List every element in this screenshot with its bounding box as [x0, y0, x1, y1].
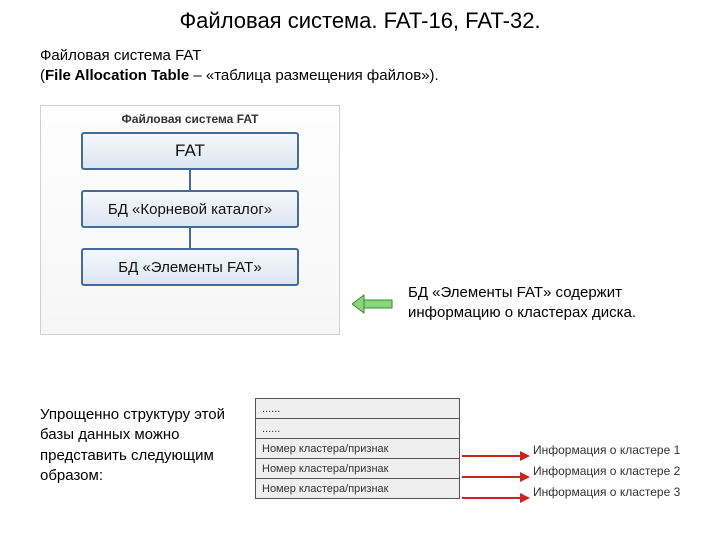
red-arrow-icon [462, 469, 530, 487]
side-description: БД «Элементы FAT» содержит информацию о … [408, 283, 688, 324]
diagram-header: Файловая система FAT [41, 112, 339, 126]
fat-diagram-panel: Файловая система FAT FAT БД «Корневой ка… [40, 105, 340, 335]
green-arrow-icon [352, 293, 397, 315]
box-fat: FAT [81, 132, 299, 170]
info-row: Информация о кластере 3 [533, 482, 680, 503]
red-arrow-icon [462, 448, 530, 466]
info-labels: Информация о кластере 1 Информация о кла… [533, 440, 680, 503]
connector-1 [189, 170, 191, 190]
info-row: Информация о кластере 1 [533, 440, 680, 461]
box-elements: БД «Элементы FAT» [81, 248, 299, 286]
info-row: Информация о кластере 2 [533, 461, 680, 482]
table-row: Номер кластера/признак [256, 478, 459, 498]
page-title: Файловая система. FAT-16, FAT-32. [0, 0, 720, 34]
intro-text: Файловая система FAT (File Allocation Ta… [40, 46, 720, 87]
intro-line1: Файловая система FAT [40, 47, 201, 64]
structure-table: ...... ...... Номер кластера/признак Ном… [255, 398, 460, 499]
table-row: Номер кластера/признак [256, 438, 459, 458]
table-row: Номер кластера/признак [256, 458, 459, 478]
box-root: БД «Корневой каталог» [81, 190, 299, 228]
connector-2 [189, 228, 191, 248]
table-row: ...... [256, 418, 459, 438]
red-arrow-icon [462, 490, 530, 508]
bottom-left-text: Упрощенно структуру этой базы данных мож… [40, 405, 250, 486]
intro-rest: – «таблица размещения файлов»). [189, 67, 439, 84]
table-row: ...... [256, 398, 459, 418]
intro-bold: File Allocation Table [45, 67, 189, 84]
